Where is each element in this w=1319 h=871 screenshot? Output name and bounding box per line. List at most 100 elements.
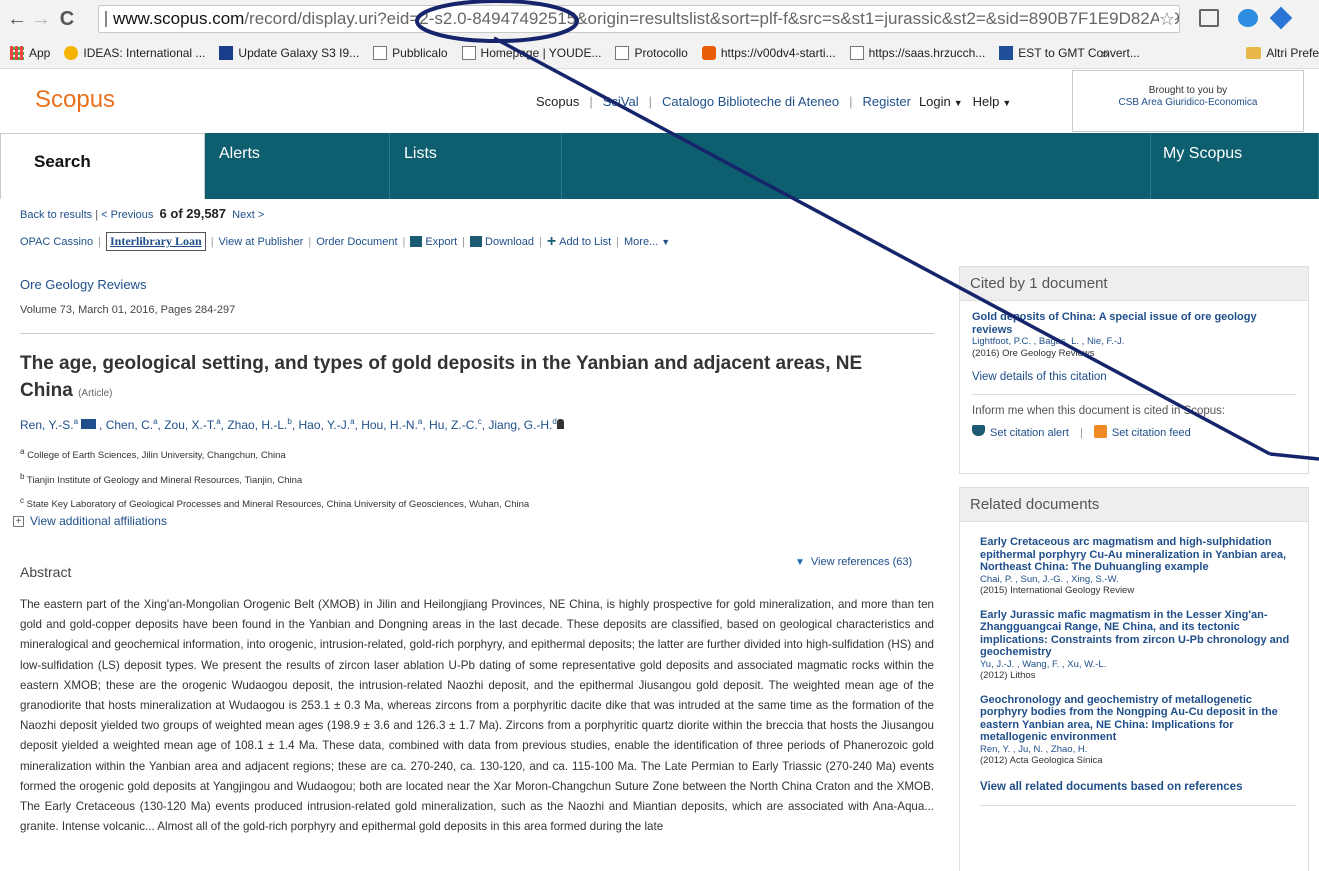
bookmark-item[interactable]: Pubblicalo <box>373 46 448 60</box>
author-link[interactable]: Zou, X.-T.a <box>164 417 220 432</box>
bookmark-item[interactable]: https://saas.hrzucch... <box>849 46 985 60</box>
author-link[interactable]: Zhao, H.-L.b <box>227 417 291 432</box>
order-document-link[interactable]: Order Document <box>316 236 397 248</box>
bookmark-star-icon[interactable]: ☆ <box>1158 9 1175 30</box>
bookmark-item[interactable]: EST to GMT Convert... <box>999 46 1140 60</box>
author-link[interactable]: Hu, Z.-C.c <box>429 417 482 432</box>
view-additional-affiliations[interactable]: + View additional affiliations <box>13 514 167 528</box>
related-heading: Related documents <box>960 488 1308 522</box>
related-title[interactable]: Early Cretaceous arc magmatism and high-… <box>980 536 1296 574</box>
interlibrary-loan-button[interactable]: Interlibrary Loan <box>106 232 206 251</box>
export-link[interactable]: Export <box>425 236 457 248</box>
cited-doc-authors[interactable]: Lightfoot, P.C. , Bagas, L. , Nie, F.-J. <box>972 336 1296 348</box>
article-title-text: The age, geological setting, and types o… <box>20 353 863 401</box>
author-link[interactable]: Jiang, G.-H.d <box>488 417 556 432</box>
other-bookmarks-folder[interactable]: Altri Prefe <box>1246 46 1319 60</box>
page-icon <box>105 11 107 27</box>
related-title[interactable]: Geochronology and geochemistry of metall… <box>980 694 1296 744</box>
tab-search[interactable]: Search <box>0 133 205 199</box>
download-link[interactable]: Download <box>485 236 534 248</box>
bookmark-item[interactable]: IDEAS: International ... <box>64 46 205 60</box>
address-bar[interactable]: www.scopus.com/record/display.uri?eid=2-… <box>98 5 1180 33</box>
aff-text: College of Earth Sciences, Jilin Univers… <box>27 450 286 462</box>
document-actions: OPAC Cassino | Interlibrary Loan | View … <box>20 232 670 251</box>
bookmark-label: IDEAS: International ... <box>83 46 206 60</box>
nav-scival[interactable]: SciVal <box>603 94 639 109</box>
author-affiliation-sup: a <box>73 417 79 426</box>
rss-icon <box>1093 425 1107 438</box>
opac-link[interactable]: OPAC Cassino <box>20 236 93 248</box>
related-item[interactable]: Early Jurassic mafic magmatism in the Le… <box>980 609 1296 682</box>
set-citation-feed-link[interactable]: Set citation feed <box>1112 427 1191 439</box>
reload-icon[interactable]: C <box>56 8 78 30</box>
related-item[interactable]: Early Cretaceous arc magmatism and high-… <box>980 536 1296 597</box>
back-to-results-link[interactable]: Back to results <box>20 209 92 221</box>
bookmarks-bar: App IDEAS: International ... Update Galaxy… <box>0 38 1319 69</box>
nav-help-label: Help <box>972 94 1000 109</box>
cloud-extension-icon[interactable] <box>1238 9 1258 27</box>
bookmark-item[interactable]: Protocollo <box>615 46 688 60</box>
nav-separator: | <box>589 94 593 109</box>
bookmark-item[interactable]: https://v00dv4-starti... <box>701 46 836 60</box>
bookmark-item[interactable]: App <box>10 46 50 60</box>
set-citation-alert-link[interactable]: Set citation alert <box>990 427 1069 439</box>
next-link[interactable]: Next > <box>232 209 264 221</box>
more-affiliations-label: View additional affiliations <box>30 514 167 528</box>
tab-my-scopus[interactable]: My Scopus <box>1151 133 1319 199</box>
view-at-publisher-link[interactable]: View at Publisher <box>219 236 304 248</box>
author-link[interactable]: Ren, Y.-S.a <box>20 417 79 432</box>
view-references-link[interactable]: ▼ View references (63) <box>795 556 912 568</box>
diamond-extension-icon[interactable] <box>1269 6 1293 30</box>
cast-icon[interactable] <box>1199 9 1219 27</box>
nav-scopus[interactable]: Scopus <box>536 94 579 109</box>
email-icon[interactable] <box>81 419 97 429</box>
view-all-related-link[interactable]: View all related documents based on refe… <box>980 781 1296 794</box>
tab-alerts[interactable]: Alerts <box>205 133 390 199</box>
author-link[interactable]: Chen, C.a <box>106 417 158 432</box>
person-icon <box>556 419 564 429</box>
caret-down-icon: ▼ <box>661 236 671 247</box>
tab-lists[interactable]: Lists <box>390 133 562 199</box>
nav-login[interactable]: Login ▼ <box>919 94 963 109</box>
previous-link[interactable]: < Previous <box>101 209 153 221</box>
author-link[interactable]: Hao, Y.-J.a <box>299 417 355 432</box>
bookmarks-overflow-button[interactable]: » <box>1101 45 1109 61</box>
add-to-list-link[interactable]: Add to List <box>559 236 611 248</box>
bookmark-item[interactable]: Update Galaxy S3 I9... <box>219 46 359 60</box>
bookmark-label: App <box>29 46 51 60</box>
related-list: Early Cretaceous arc magmatism and high-… <box>960 522 1308 806</box>
bookmark-item[interactable]: Homepage | YOUDE... <box>461 46 602 60</box>
abstract-heading: Abstract <box>20 564 72 580</box>
aff-sup: b <box>20 472 25 481</box>
author-link[interactable]: Hou, H.-N.a <box>361 417 423 432</box>
nav-register[interactable]: Register <box>863 94 911 109</box>
related-authors[interactable]: Yu, J.-J. , Wang, F. , Xu, W.-L. <box>980 659 1296 671</box>
scopus-logo[interactable]: Scopus <box>35 86 115 114</box>
browser-toolbar: ← → C www.scopus.com/record/display.uri?… <box>0 0 1319 38</box>
back-arrow-icon[interactable]: ← <box>6 8 28 30</box>
url-path: /record/display.uri?eid=2-s2.0-849474925… <box>244 9 1180 28</box>
related-authors[interactable]: Chai, P. , Sun, J.-G. , Xing, S.-W. <box>980 574 1296 586</box>
bookmark-label: Update Galaxy S3 I9... <box>238 46 360 60</box>
cited-by-panel: Cited by 1 document Gold deposits of Chi… <box>959 266 1309 474</box>
related-title[interactable]: Early Jurassic mafic magmatism in the Le… <box>980 609 1296 659</box>
view-citation-details-link[interactable]: View details of this citation <box>972 371 1296 383</box>
bookmark-label: Protocollo <box>634 46 688 60</box>
related-item[interactable]: Geochronology and geochemistry of metall… <box>980 694 1296 767</box>
bookmark-label: Homepage | YOUDE... <box>480 46 602 60</box>
forward-arrow-icon[interactable]: → <box>30 8 52 30</box>
alert-shield-icon <box>972 425 985 436</box>
nav-help[interactable]: Help ▼ <box>973 94 1012 109</box>
nav-catalogo[interactable]: Catalogo Biblioteche di Ateneo <box>662 94 839 109</box>
cited-doc-source: (2016) Ore Geology Reviews <box>972 347 1095 359</box>
more-menu[interactable]: More... ▼ <box>624 236 670 248</box>
related-authors[interactable]: Ren, Y. , Ju, N. , Zhao, H. <box>980 744 1296 756</box>
brought-by-label: Brought to you by <box>1148 85 1228 96</box>
institution-box: Brought to you by CSB Area Giuridico-Eco… <box>1072 70 1304 132</box>
journal-link[interactable]: Ore Geology Reviews <box>20 277 146 292</box>
article-title: The age, geological setting, and types o… <box>20 350 920 407</box>
author-affiliation-sup: a <box>417 417 423 426</box>
result-position: 6 of 29,587 <box>159 206 227 221</box>
author-affiliation-sup: c <box>477 417 482 426</box>
cited-doc-title[interactable]: Gold deposits of China: A special issue … <box>972 311 1296 336</box>
